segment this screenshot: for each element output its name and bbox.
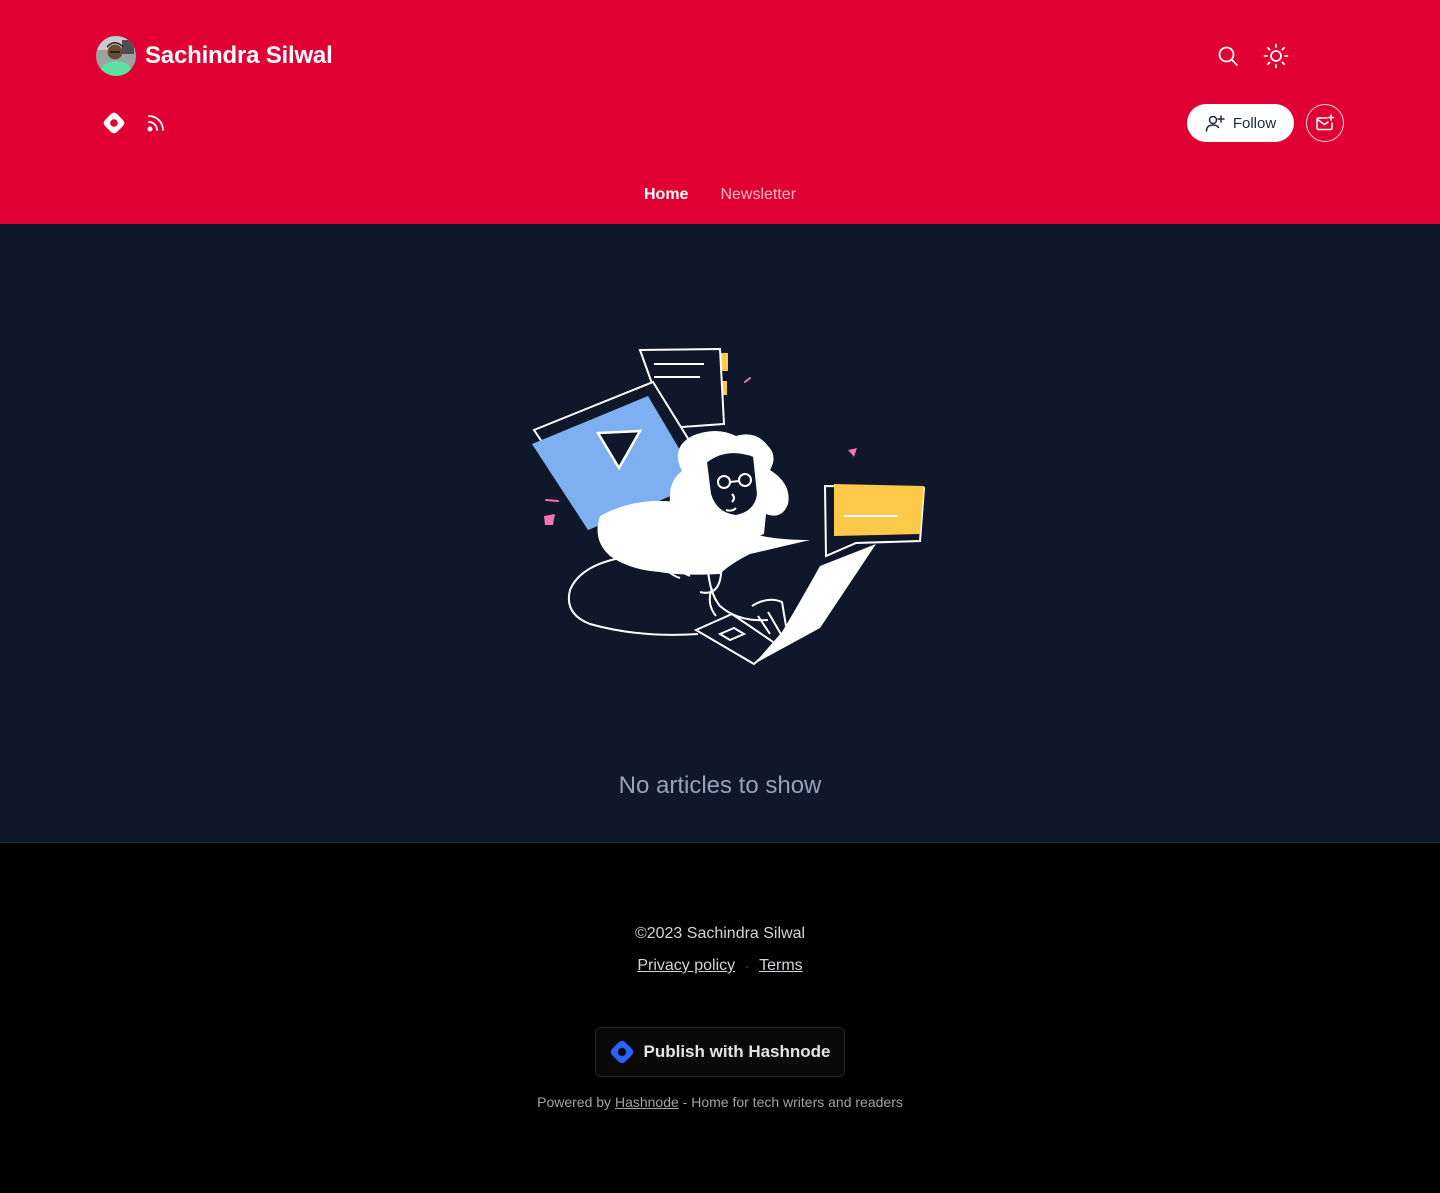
author-avatar — [96, 36, 136, 76]
nav-item-home[interactable]: Home — [644, 186, 688, 204]
privacy-policy-link[interactable]: Privacy policy — [637, 957, 735, 975]
hashnode-link[interactable]: Hashnode — [615, 1094, 679, 1110]
posts-section: No articles to show — [0, 224, 1440, 843]
search-button[interactable] — [1208, 36, 1248, 76]
search-icon — [1218, 46, 1238, 66]
blog-header: Sachindra Silwal Follow Home Newsletter — [0, 0, 1440, 224]
footer-links: Privacy policy · Terms — [0, 957, 1440, 975]
empty-state-illustration — [532, 347, 926, 666]
publish-with-hashnode-button[interactable]: Publish with Hashnode — [595, 1027, 845, 1077]
blog-title: Sachindra Silwal — [145, 42, 333, 69]
blog-brand-link[interactable]: Sachindra Silwal — [96, 36, 333, 76]
follow-button[interactable]: Follow — [1187, 104, 1294, 142]
publish-label: Publish with Hashnode — [643, 1042, 831, 1061]
follow-label: Follow — [1232, 114, 1277, 132]
newsletter-subscribe-button[interactable] — [1306, 104, 1344, 142]
powered-by-text: Powered by Hashnode - Home for tech writ… — [0, 1094, 1440, 1110]
mail-plus-icon — [1316, 114, 1335, 131]
powered-prefix: Powered by — [537, 1094, 612, 1110]
terms-link[interactable]: Terms — [759, 957, 803, 975]
hashnode-icon — [103, 112, 125, 134]
copyright-text: ©2023 Sachindra Silwal — [634, 925, 806, 942]
sun-icon — [1263, 43, 1289, 69]
theme-toggle-button[interactable] — [1256, 36, 1296, 76]
hashnode-profile-link[interactable] — [96, 105, 132, 141]
blog-nav: Home Newsletter — [0, 186, 1440, 204]
hashnode-icon — [611, 1040, 634, 1064]
user-plus-icon — [1205, 115, 1225, 132]
rss-icon — [147, 115, 164, 132]
nav-item-newsletter[interactable]: Newsletter — [720, 186, 796, 204]
empty-state-text: No articles to show — [618, 772, 822, 799]
link-separator: · — [745, 959, 750, 973]
rss-feed-link[interactable] — [138, 105, 174, 141]
powered-suffix: - Home for tech writers and readers — [682, 1094, 903, 1110]
blog-footer: ©2023 Sachindra Silwal Privacy policy · … — [0, 843, 1440, 1193]
